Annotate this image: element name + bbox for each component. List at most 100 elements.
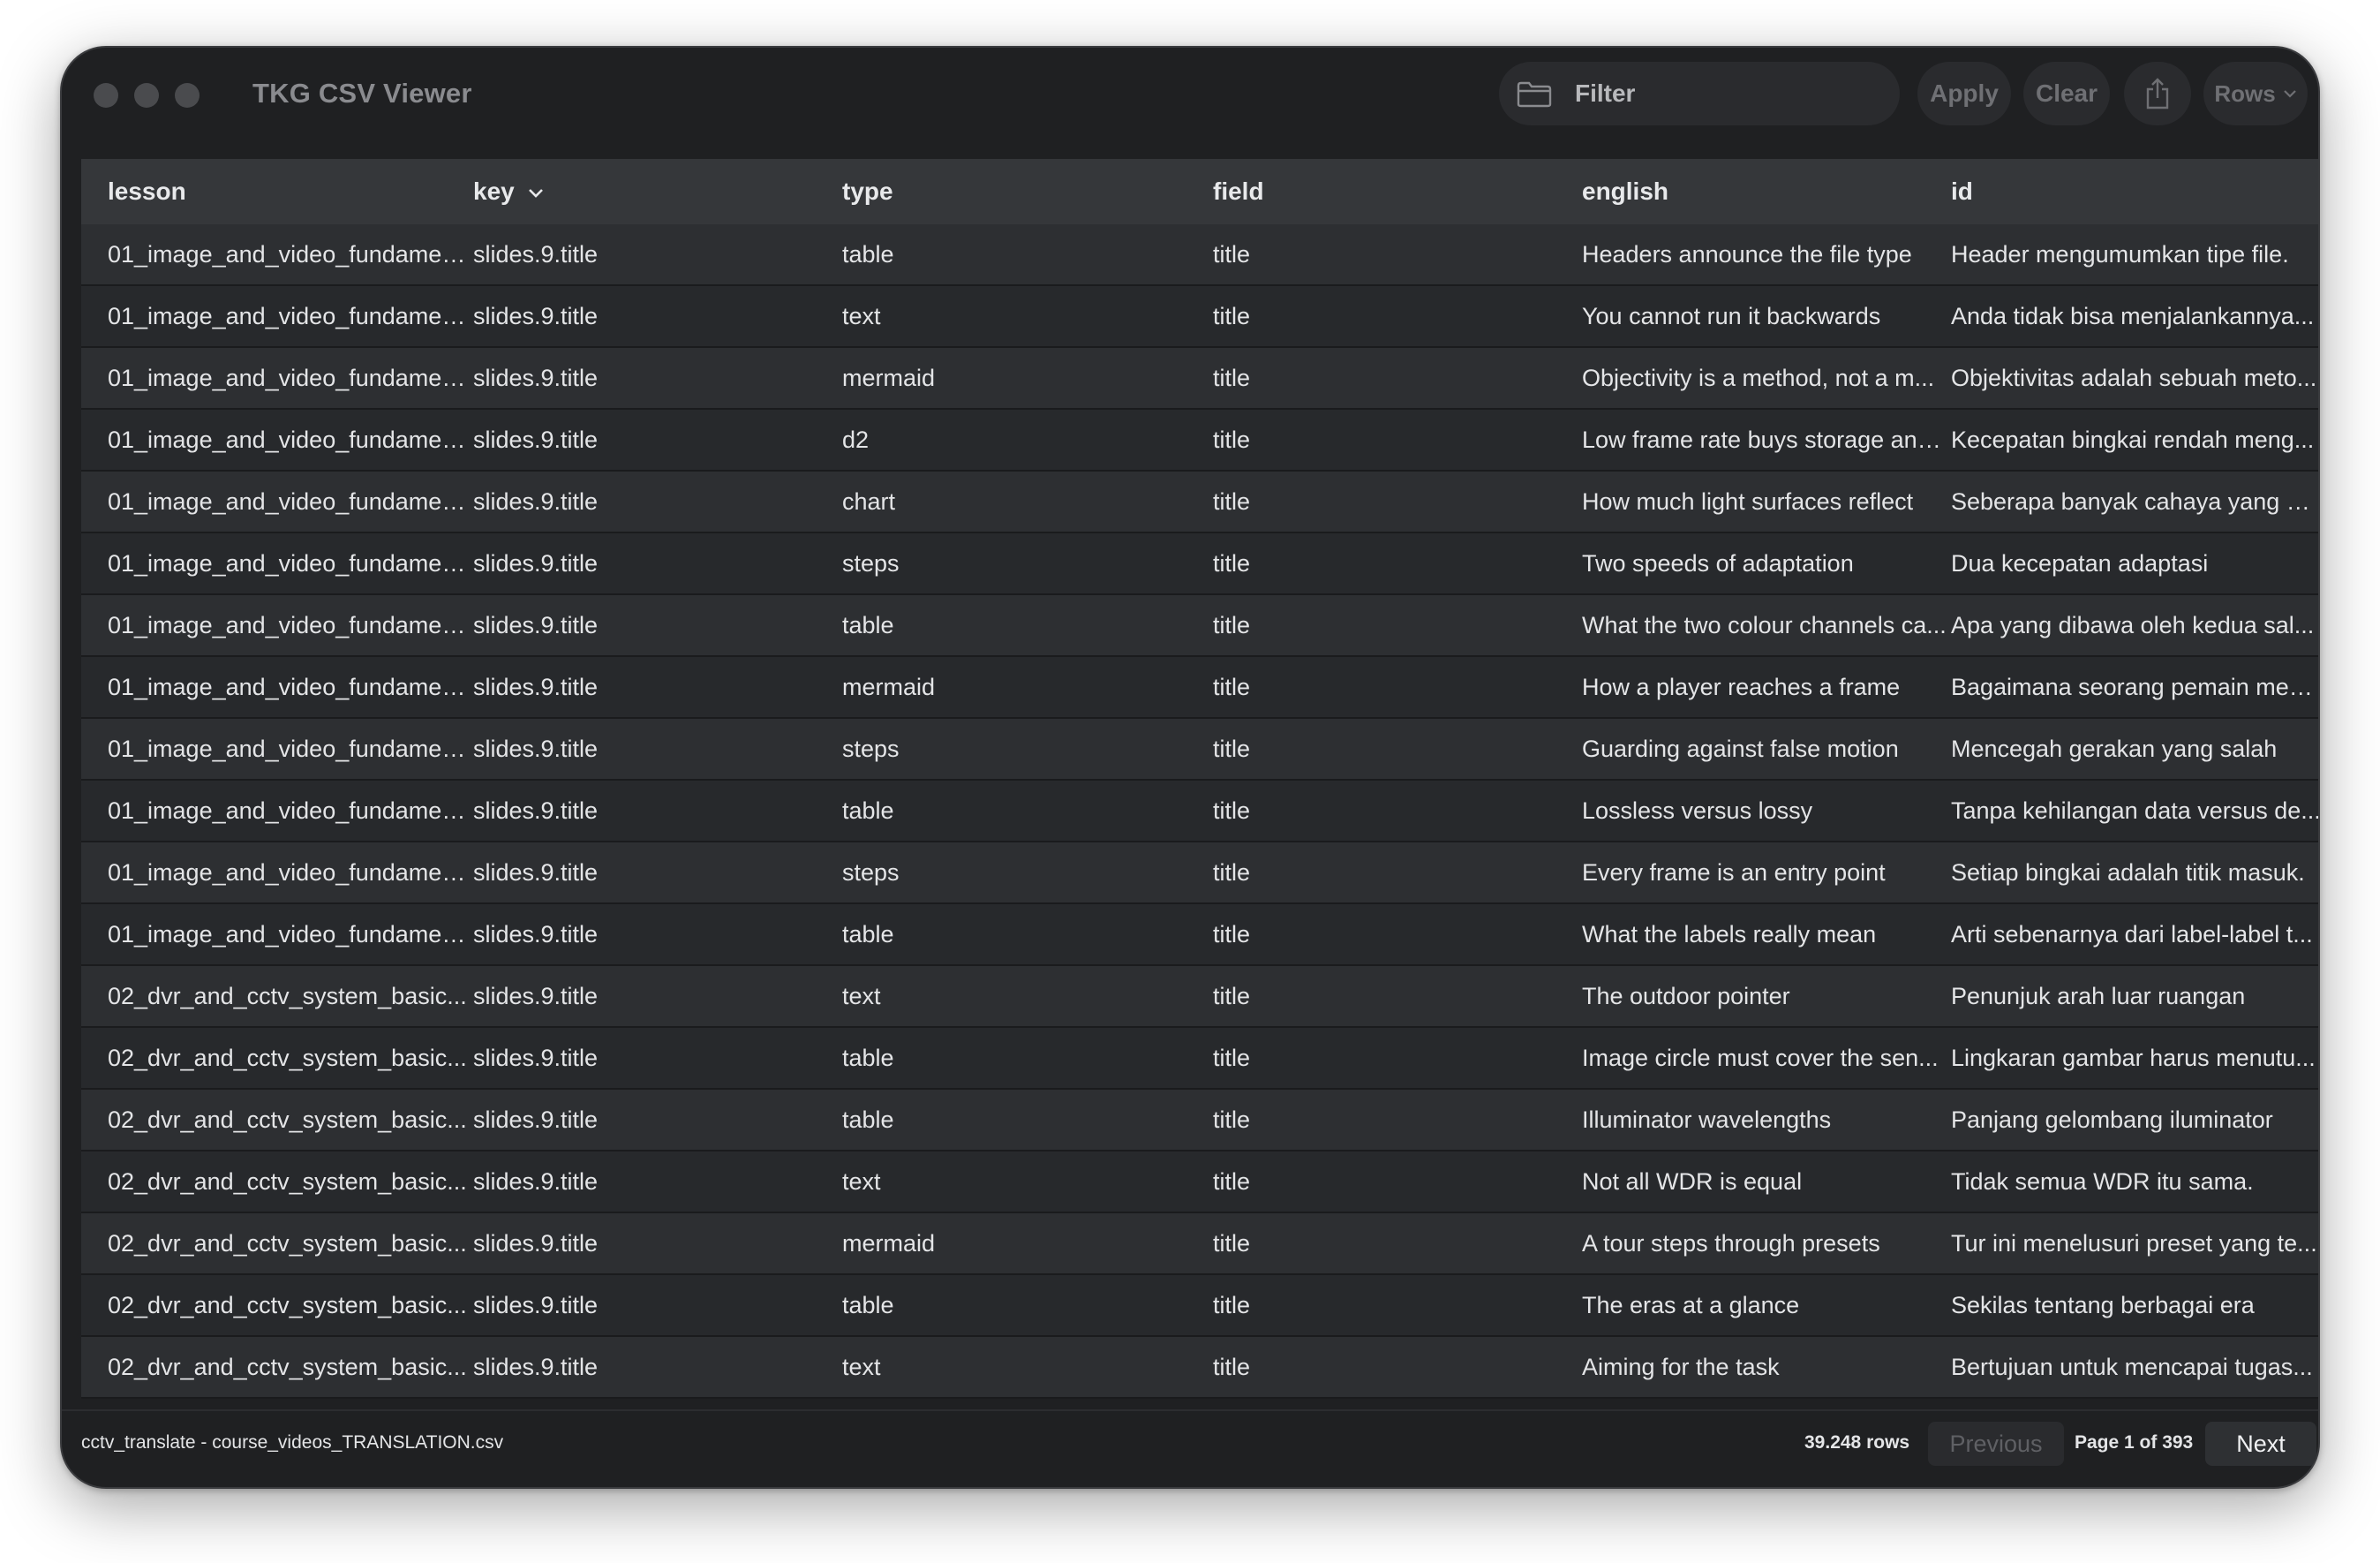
table-row[interactable]: 01_image_and_video_fundamen... slides.9.t…: [81, 595, 2318, 657]
zoom-window-button[interactable]: [175, 83, 200, 108]
table-row[interactable]: 02_dvr_and_cctv_system_basic... slides.9.…: [81, 1337, 2318, 1399]
column-header-field[interactable]: field: [1213, 159, 1575, 224]
cell-english: Two speeds of adaptation: [1582, 550, 1854, 577]
table-row[interactable]: 01_image_and_video_fundamen... slides.9.t…: [81, 348, 2318, 410]
cell-english: A tour steps through presets: [1582, 1230, 1880, 1257]
table-row[interactable]: 01_image_and_video_fundamen... slides.9.t…: [81, 842, 2318, 904]
page-indicator: Page 1 of 393: [2075, 1432, 2194, 1453]
cell-field: title: [1213, 550, 1251, 577]
cell-id: Anda tidak bisa menjalankannya...: [1951, 303, 2315, 329]
cell-key: slides.9.title: [473, 612, 599, 638]
cell-key: slides.9.title: [473, 736, 599, 762]
cell-type: table: [842, 797, 894, 824]
previous-page-button[interactable]: Previous: [1928, 1422, 2064, 1466]
next-page-button[interactable]: Next: [2205, 1422, 2316, 1466]
cell-english: Aiming for the task: [1582, 1354, 1780, 1380]
app-window: TKG CSV Viewer Apply Clear Rows l: [60, 46, 2320, 1489]
close-window-button[interactable]: [94, 83, 118, 108]
column-header-id[interactable]: id: [1951, 159, 2318, 224]
table-row[interactable]: 02_dvr_and_cctv_system_basic... slides.9.…: [81, 1028, 2318, 1090]
cell-english: The outdoor pointer: [1582, 983, 1790, 1009]
chevron-down-icon: [2283, 90, 2296, 98]
cell-key: slides.9.title: [473, 488, 599, 515]
clear-button[interactable]: Clear: [2023, 62, 2110, 125]
cell-field: title: [1213, 365, 1251, 391]
cell-key: slides.9.title: [473, 797, 599, 824]
cell-id: Bertujuan untuk mencapai tugas...: [1951, 1354, 2313, 1380]
cell-key: slides.9.title: [473, 674, 599, 700]
rows-menu-button[interactable]: Rows: [2203, 62, 2308, 125]
cell-id: Penunjuk arah luar ruangan: [1951, 983, 2246, 1009]
cell-english: Guarding against false motion: [1582, 736, 1899, 762]
cell-english: Objectivity is a method, not a m...: [1582, 365, 1935, 391]
filter-input[interactable]: [1575, 74, 1875, 113]
cell-key: slides.9.title: [473, 1045, 599, 1071]
filter-box[interactable]: [1499, 62, 1900, 125]
cell-field: title: [1213, 612, 1251, 638]
table-row[interactable]: 01_image_and_video_fundamen... slides.9.t…: [81, 904, 2318, 966]
table-row[interactable]: 01_image_and_video_fundamen... slides.9.t…: [81, 472, 2318, 533]
cell-field: title: [1213, 488, 1251, 515]
cell-key: slides.9.title: [473, 1168, 599, 1195]
table-row[interactable]: 01_image_and_video_fundamen... slides.9.t…: [81, 286, 2318, 348]
table-row[interactable]: 01_image_and_video_fundamen... slides.9.t…: [81, 410, 2318, 472]
cell-english: The eras at a glance: [1582, 1292, 1800, 1318]
column-header-english[interactable]: english: [1582, 159, 1949, 224]
cell-key: slides.9.title: [473, 859, 599, 886]
table-header: lesson key type field english id: [81, 159, 2318, 224]
table-row[interactable]: 02_dvr_and_cctv_system_basic... slides.9.…: [81, 1151, 2318, 1213]
table-row[interactable]: 02_dvr_and_cctv_system_basic... slides.9.…: [81, 1275, 2318, 1337]
cell-type: text: [842, 1354, 881, 1380]
cell-type: table: [842, 921, 894, 948]
cell-type: mermaid: [842, 365, 936, 391]
cell-id: Arti sebenarnya dari label-label t...: [1951, 921, 2313, 948]
row-count-label: 39.248 rows: [1804, 1432, 1910, 1453]
minimize-window-button[interactable]: [134, 83, 159, 108]
cell-field: title: [1213, 1045, 1251, 1071]
column-header-key[interactable]: key: [473, 159, 835, 224]
cell-english: Low frame rate buys storage and...: [1582, 427, 1949, 453]
rows-menu-label: Rows: [2214, 79, 2276, 107]
cell-type: table: [842, 1292, 894, 1318]
table-row[interactable]: 01_image_and_video_fundamen... slides.9.t…: [81, 657, 2320, 719]
cell-lesson: 01_image_and_video_fundamen...: [108, 365, 468, 391]
apply-button[interactable]: Apply: [1917, 62, 2011, 125]
column-header-lesson[interactable]: lesson: [108, 159, 468, 224]
cell-id: Tur ini menelusuri preset yang te...: [1951, 1230, 2317, 1257]
cell-field: title: [1213, 797, 1251, 824]
cell-type: text: [842, 303, 881, 329]
cell-key: slides.9.title: [473, 365, 599, 391]
cell-english: Every frame is an entry point: [1582, 859, 1886, 886]
share-icon: [2146, 78, 2169, 109]
table-row[interactable]: 01_image_and_video_fundamen... slides.9.t…: [81, 224, 2318, 286]
cell-field: title: [1213, 921, 1251, 948]
cell-english: How much light surfaces reflect: [1582, 488, 1914, 515]
cell-english: You cannot run it backwards: [1582, 303, 1881, 329]
table-row[interactable]: 02_dvr_and_cctv_system_basic... slides.9.…: [81, 1213, 2318, 1275]
cell-field: title: [1213, 241, 1251, 268]
column-header-type[interactable]: type: [842, 159, 1204, 224]
table-row[interactable]: 01_image_and_video_fundamen... slides.9.t…: [81, 781, 2318, 842]
cell-field: title: [1213, 1292, 1251, 1318]
folder-icon[interactable]: [1517, 81, 1552, 108]
cell-key: slides.9.title: [473, 241, 599, 268]
cell-lesson: 01_image_and_video_fundamen...: [108, 674, 468, 700]
cell-lesson: 01_image_and_video_fundamen...: [108, 612, 468, 638]
cell-id: Apa yang dibawa oleh kedua sal...: [1951, 612, 2315, 638]
cell-field: title: [1213, 303, 1251, 329]
cell-id: Kecepatan bingkai rendah meng...: [1951, 427, 2315, 453]
app-title: TKG CSV Viewer: [252, 78, 472, 109]
cell-key: slides.9.title: [473, 550, 599, 577]
table-row[interactable]: 02_dvr_and_cctv_system_basic... slides.9.…: [81, 966, 2318, 1028]
cell-key: slides.9.title: [473, 921, 599, 948]
table-row[interactable]: 01_image_and_video_fundamen... slides.9.t…: [81, 533, 2318, 595]
cell-id: Bagaimana seorang pemain men...: [1951, 674, 2320, 700]
window-controls: [94, 83, 200, 108]
cell-lesson: 01_image_and_video_fundamen...: [108, 303, 468, 329]
table-row[interactable]: 01_image_and_video_fundamen... slides.9.t…: [81, 719, 2318, 781]
cell-lesson: 02_dvr_and_cctv_system_basic...: [108, 1168, 467, 1195]
cell-english: Not all WDR is equal: [1582, 1168, 1803, 1195]
table-row[interactable]: 02_dvr_and_cctv_system_basic... slides.9.…: [81, 1090, 2318, 1151]
cell-lesson: 01_image_and_video_fundamen...: [108, 488, 468, 515]
share-button[interactable]: [2124, 62, 2191, 125]
